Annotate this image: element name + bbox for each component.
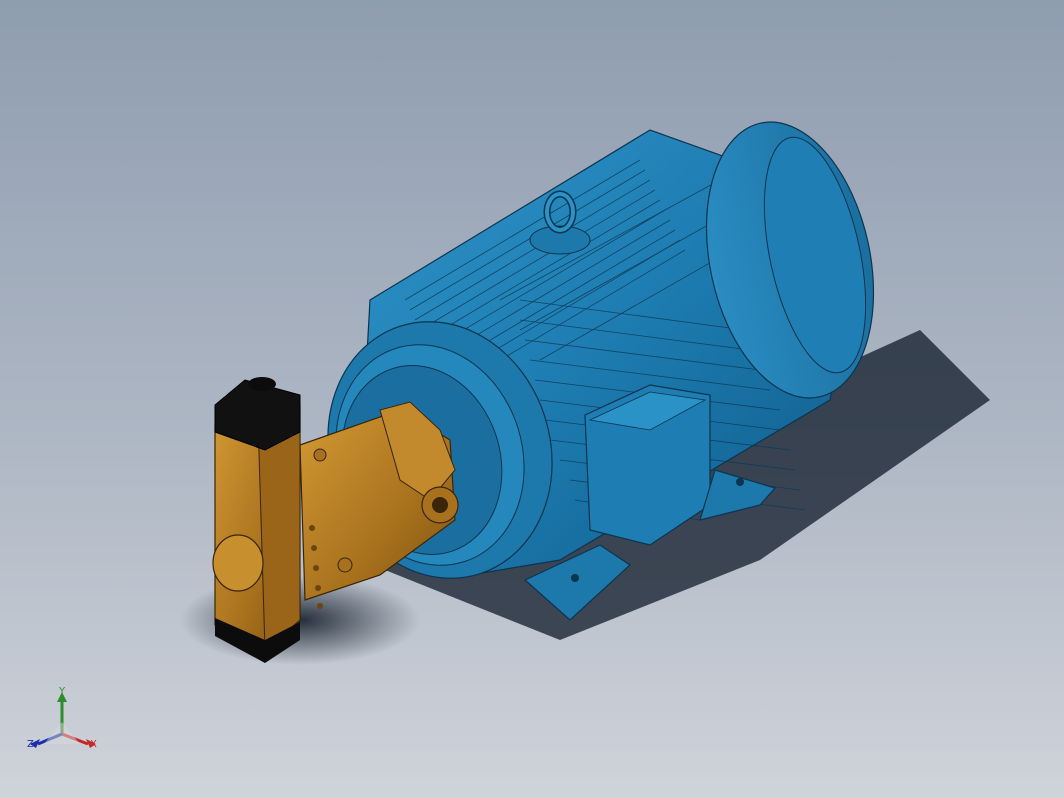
triad-label-x: X (90, 739, 97, 750)
view-orientation-triad: Y X Z (22, 682, 114, 762)
foot-bolt-hole (571, 574, 579, 582)
triad-label-z: Z (27, 739, 34, 750)
triad-label-y: Y (59, 686, 66, 697)
graphics-viewport[interactable]: Y X Z (0, 0, 1064, 798)
foot-bolt-hole (736, 478, 744, 486)
top-plug (248, 377, 276, 391)
pump-shaft-boss (212, 534, 264, 592)
model-canvas[interactable] (0, 0, 1064, 798)
